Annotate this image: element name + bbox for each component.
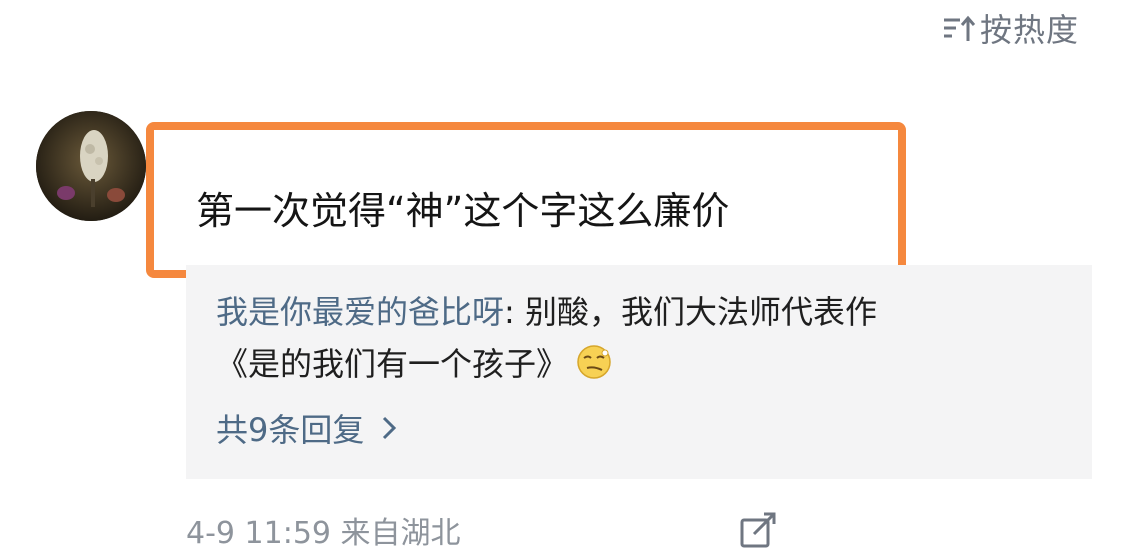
reply-username-link[interactable]: 我是你最爱的爸比呀 — [216, 293, 504, 331]
smirk-emoji-icon — [577, 345, 611, 379]
sort-icon — [944, 15, 976, 41]
comment-text: 第一次觉得“神”这个字这么廉价 — [196, 189, 730, 233]
reply-second-line: 《是的我们有一个孩子》 — [216, 339, 612, 385]
reply-text-line2: 《是的我们有一个孩子》 — [216, 345, 569, 383]
chevron-right-icon — [383, 416, 397, 440]
view-all-replies-link[interactable]: 共9条回复 — [216, 405, 400, 451]
reply-count-label: 共9条回复 — [216, 411, 365, 449]
highlighted-comment[interactable]: 第一次觉得“神”这个字这么廉价 — [146, 122, 906, 278]
avatar[interactable] — [36, 111, 146, 221]
sort-by-hot-button[interactable]: 按热度 — [940, 6, 1079, 50]
edit-icon[interactable] — [738, 510, 780, 552]
reply-preview[interactable]: 我是你最爱的爸比呀: 别酸，我们大法师代表作 《是的我们有一个孩子》 共9条回复 — [186, 265, 1092, 479]
avatar-image — [36, 111, 146, 221]
sort-label: 按热度 — [980, 11, 1080, 49]
comment-page: 按热度 第一次觉得“神”这个字这么廉价 我是你最爱的爸比呀: 别酸，我们大法师代… — [0, 0, 1128, 554]
comment-meta: 4-9 11:59 来自湖北 — [186, 516, 461, 551]
reply-separator: : — [504, 293, 525, 331]
reply-first-line: 我是你最爱的爸比呀: 别酸，我们大法师代表作 — [216, 287, 877, 333]
reply-text-line1: 别酸，我们大法师代表作 — [524, 293, 877, 331]
